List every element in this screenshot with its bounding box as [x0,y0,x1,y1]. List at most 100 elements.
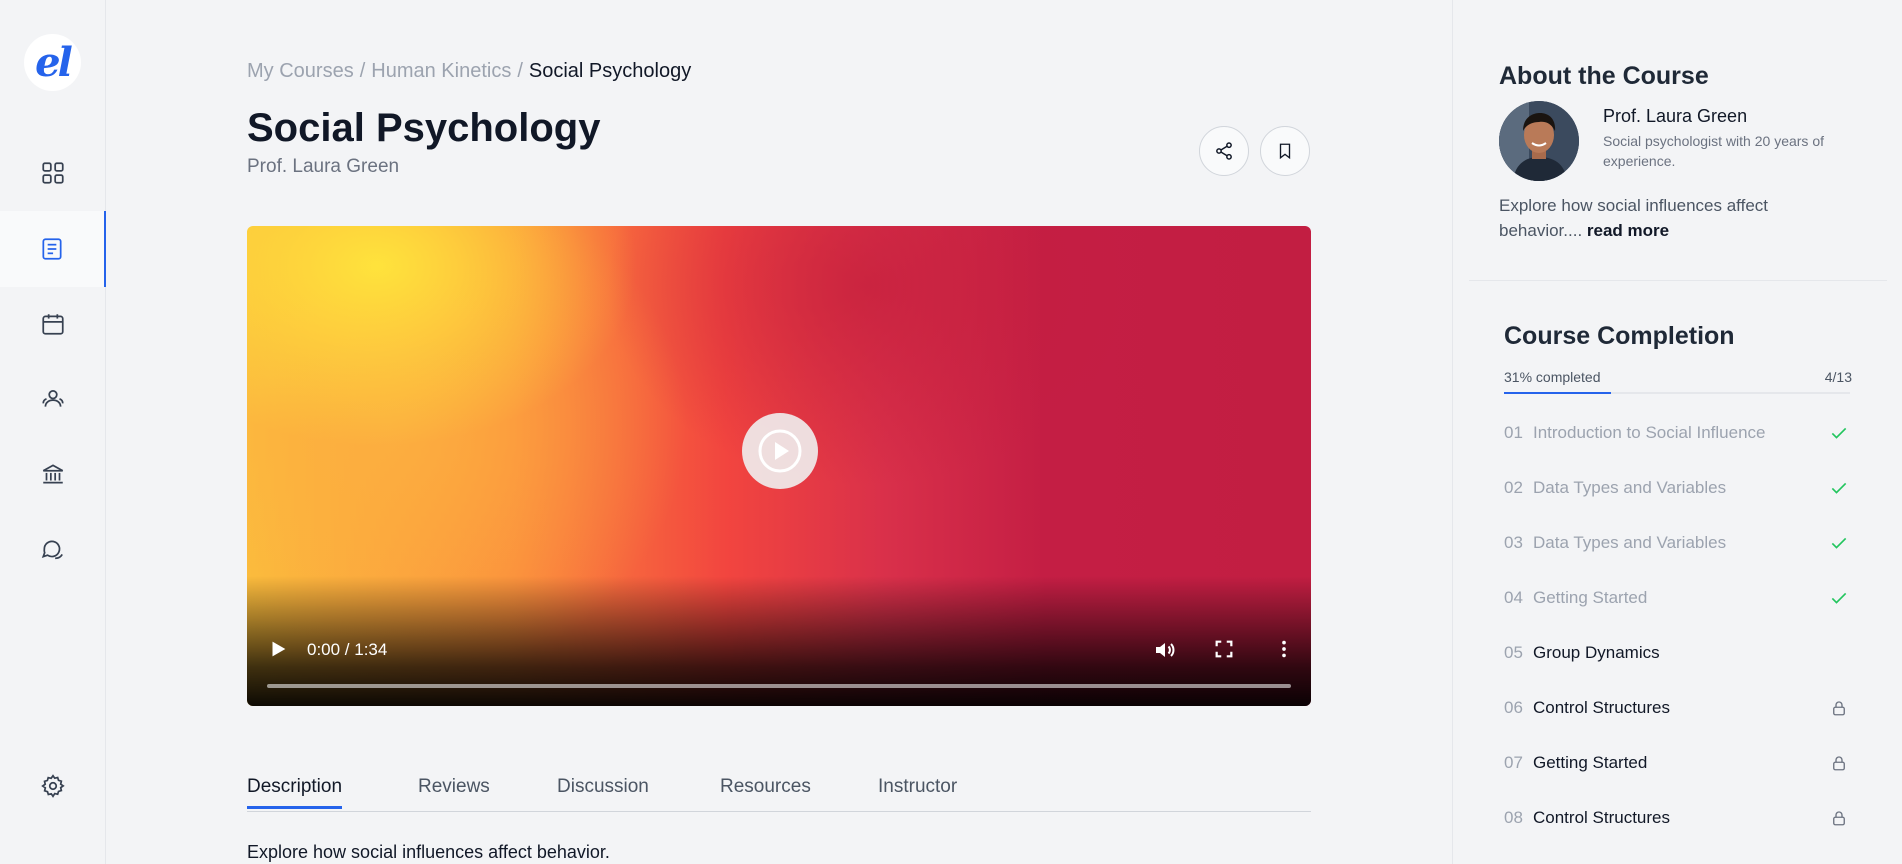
calendar-icon [42,314,64,335]
nav-dashboard[interactable] [0,135,106,211]
play-circle-icon [758,429,802,473]
lesson-title: Getting Started [1533,753,1648,772]
book-icon [42,238,62,260]
lesson-number: 08 [1504,808,1523,827]
page-title: Social Psychology [247,106,601,150]
volume-icon [1156,643,1175,657]
tab-instructor[interactable]: Instructor [878,776,957,806]
lesson-number: 05 [1504,643,1523,662]
app-logo[interactable]: el [24,34,81,91]
lock-icon [1833,811,1845,826]
lesson-title: Data Types and Variables [1533,533,1727,552]
video-fullscreen-button[interactable] [1213,638,1235,665]
completion-progress-bar [1504,392,1850,394]
lesson-title: Data Types and Variables [1533,478,1727,497]
check-icon [1831,592,1847,604]
users-icon [42,390,64,407]
nav-calendar[interactable] [0,286,106,362]
more-vertical-icon [1282,640,1286,658]
lesson-number: 06 [1504,698,1523,717]
completion-percent-label: 31% completed [1504,369,1601,385]
tab-discussion[interactable]: Discussion [557,776,649,806]
content-tabs: Description Reviews Discussion Resources… [247,776,1311,812]
sidebar: el [0,0,106,864]
lesson-item[interactable]: 05 Group Dynamics [1504,638,1850,668]
lesson-item[interactable]: 08 Control Structures [1504,803,1850,833]
tab-description[interactable]: Description [247,776,343,809]
read-more-link[interactable]: read more [1587,221,1669,240]
nav-messages[interactable] [0,511,106,587]
lesson-title: Control Structures [1533,698,1670,717]
lesson-item[interactable]: 01 Introduction to Social Influence [1504,418,1850,448]
video-player[interactable]: 0:00 / 1:34 [247,226,1311,706]
nav-institution[interactable] [0,436,106,512]
about-instructor-bio: Social psychologist with 20 years of exp… [1603,133,1824,169]
lesson-status [1828,697,1850,719]
lock-icon [1833,701,1845,716]
about-course-title: About the Course [1499,62,1709,90]
lesson-number: 03 [1504,533,1523,552]
nav-settings[interactable] [0,748,106,824]
panel-divider [1469,280,1887,281]
lesson-item[interactable]: 07 Getting Started [1504,748,1850,778]
about-instructor-name: Prof. Laura Green [1603,106,1748,126]
bank-icon [42,464,64,484]
lesson-number: 04 [1504,588,1523,607]
video-progress-bar[interactable] [267,684,1291,688]
lesson-status [1828,532,1850,554]
lesson-title: Introduction to Social Influence [1533,423,1766,442]
breadcrumb-human-kinetics[interactable]: Human Kinetics [371,60,511,82]
lesson-status [1828,422,1850,444]
video-play-button[interactable] [267,638,289,665]
lesson-title: Control Structures [1533,808,1670,827]
video-more-button[interactable] [1273,638,1295,665]
breadcrumb-current: Social Psychology [528,60,692,82]
lesson-title: Getting Started [1533,588,1648,607]
video-volume-button[interactable] [1153,638,1177,667]
lock-icon [1833,756,1845,771]
lesson-number: 02 [1504,478,1523,497]
lesson-title: Group Dynamics [1533,643,1660,662]
completion-progress-fill [1504,392,1612,394]
lesson-item[interactable]: 03 Data Types and Variables [1504,528,1850,558]
share-button[interactable] [1199,126,1249,176]
breadcrumb-separator: / [517,60,523,82]
tab-reviews[interactable]: Reviews [418,776,490,806]
lesson-status [1828,807,1850,829]
tab-resources[interactable]: Resources [720,776,811,806]
lesson-status [1828,752,1850,774]
lesson-number: 07 [1504,753,1523,772]
fullscreen-icon [1215,640,1233,658]
video-big-play-button[interactable] [742,413,818,489]
bookmark-button[interactable] [1260,126,1310,176]
lesson-number: 01 [1504,423,1523,442]
nav-courses[interactable] [0,211,106,287]
check-icon [1831,427,1847,439]
lesson-item[interactable]: 06 Control Structures [1504,693,1850,723]
bookmark-icon [1279,143,1291,160]
description-text: Explore how social influences affect beh… [247,842,610,862]
breadcrumb: My Courses / Human Kinetics / Social Psychol… [247,60,691,83]
chat-icon [41,540,63,560]
play-icon [272,641,286,657]
breadcrumb-my-courses[interactable]: My Courses [247,60,354,82]
video-time: 0:00 / 1:34 [307,640,388,659]
completion-count: 4/13 [1824,369,1852,385]
share-icon [1216,142,1232,160]
about-course-summary: Explore how social influences affect beh… [1499,193,1819,243]
instructor-name: Prof. Laura Green [247,156,400,177]
breadcrumb-separator: / [359,60,366,82]
gear-icon [41,774,65,798]
course-side-panel: About the Course Prof. Laura Green Socia… [1452,0,1902,864]
nav-community[interactable] [0,361,106,437]
lesson-item[interactable]: 04 Getting Started [1504,583,1850,613]
grid-icon [42,162,64,184]
lesson-status [1828,587,1850,609]
lesson-item[interactable]: 02 Data Types and Variables [1504,473,1850,503]
instructor-avatar [1499,101,1579,181]
check-icon [1831,482,1847,494]
check-icon [1831,537,1847,549]
instructor-photo [1499,101,1579,181]
lesson-status [1828,642,1850,664]
lesson-status [1828,477,1850,499]
